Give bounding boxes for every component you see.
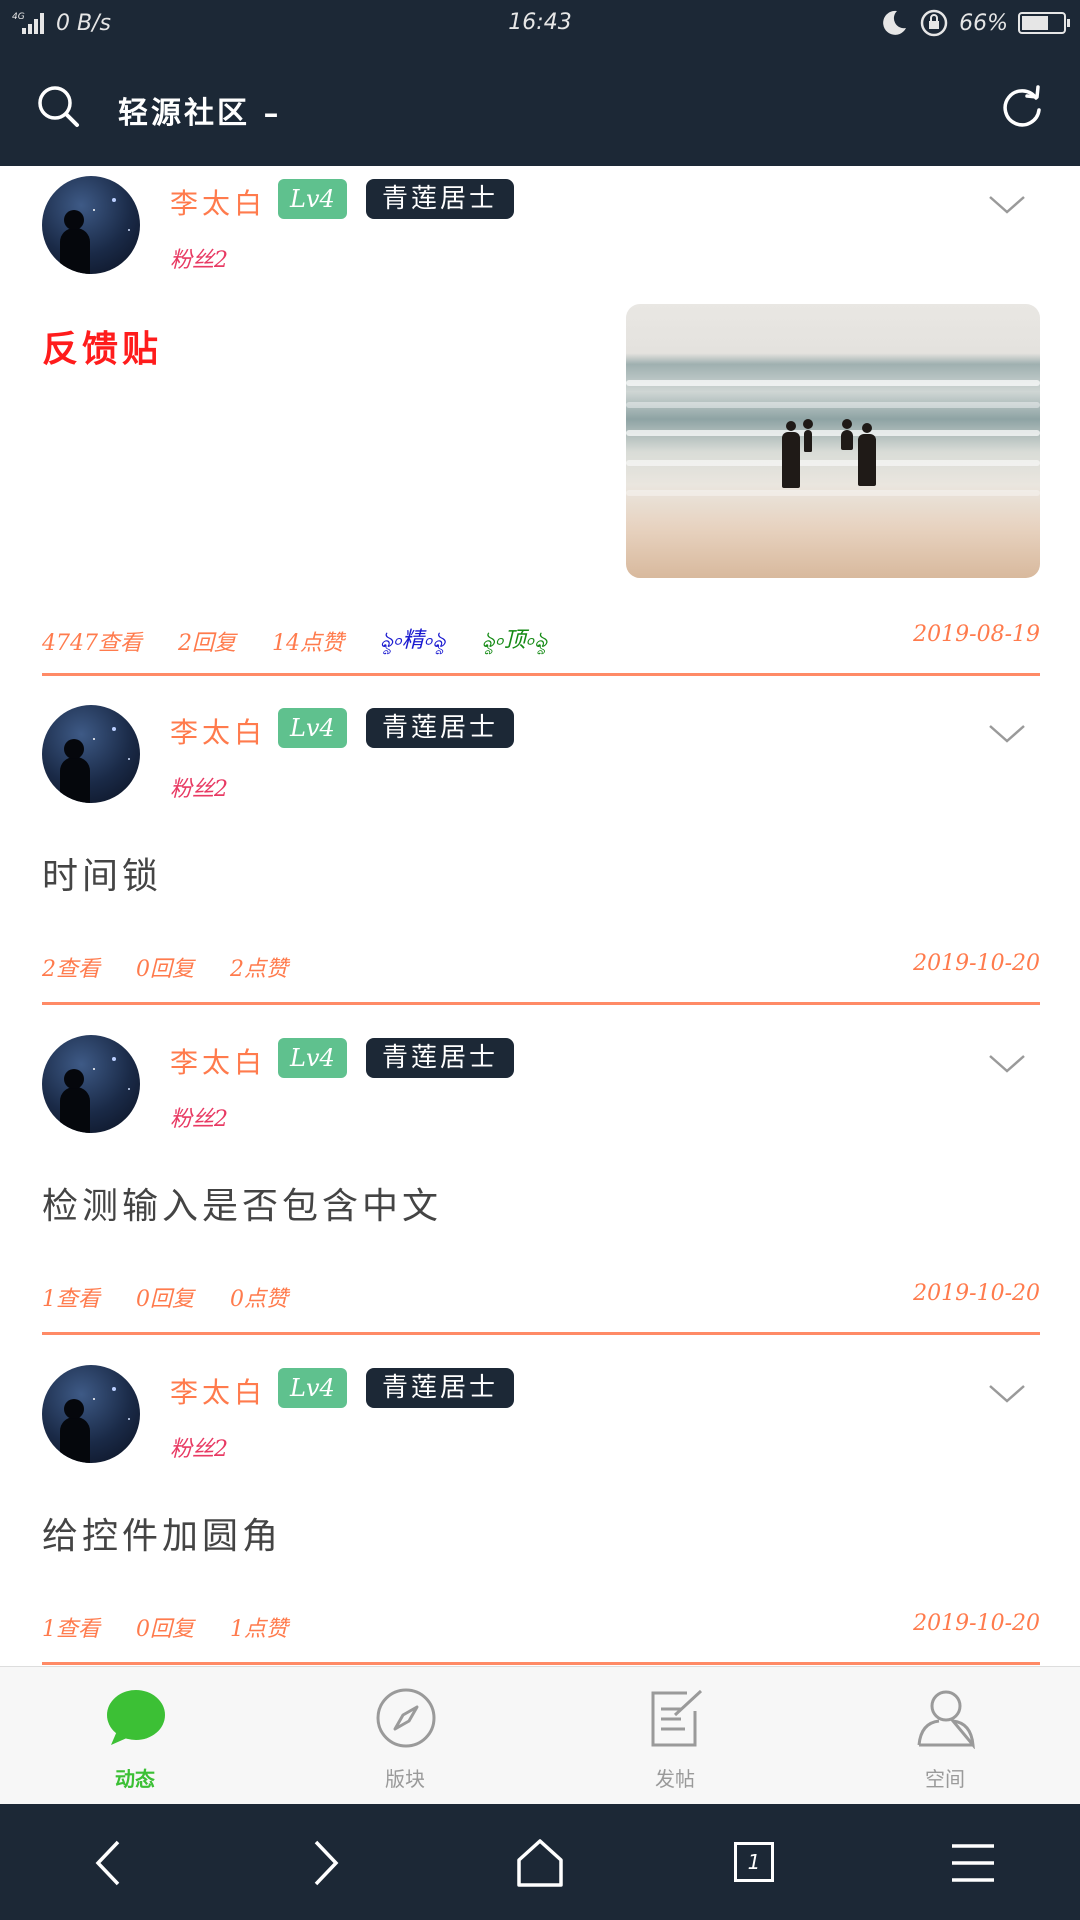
avatar[interactable] [42,1035,140,1133]
chevron-down-icon[interactable] [988,194,1026,216]
avatar[interactable] [42,176,140,274]
featured-tag: ৡ৹精৹ৡ [380,628,446,653]
fans-count: 粉丝2 [170,1107,228,1132]
username[interactable]: 李太白 [170,182,266,222]
tab-label: 版块 [385,1767,425,1791]
bottom-tab-bar: 动态 版块 发帖 空间 [0,1666,1080,1805]
fans-count: 粉丝2 [170,248,228,273]
search-icon[interactable] [36,84,80,128]
reply-count: 2回复 [178,631,236,656]
chat-bubble-icon [107,1690,165,1745]
forward-icon[interactable] [300,1838,350,1888]
view-count: 1查看 [42,1617,100,1642]
reply-count: 0回复 [136,957,194,982]
level-badge: Lv4 [278,179,347,219]
post-title[interactable]: 时间锁 [42,847,162,899]
reply-count: 0回复 [136,1287,194,1312]
compass-icon [376,1688,436,1748]
avatar[interactable] [42,705,140,803]
status-bar: 4G 0 B/s 16:43 66% [0,0,1080,50]
post-stats: 2查看 0回复 2点赞 [42,951,288,983]
like-count: 1点赞 [230,1617,288,1642]
post-image[interactable] [626,304,1040,578]
chevron-down-icon[interactable] [988,723,1026,745]
divider [42,673,1040,676]
battery-fill [1022,16,1049,30]
view-count: 4747查看 [42,631,142,656]
tab-dynamics[interactable]: 动态 [0,1667,270,1805]
back-icon[interactable] [84,1838,134,1888]
post-title[interactable]: 给控件加圆角 [42,1507,282,1559]
battery-percent: 66% [959,10,1008,36]
edit-icon [651,1689,703,1747]
chevron-down-icon[interactable] [988,1383,1026,1405]
user-title-badge: 青莲居士 [366,1038,515,1078]
post-date: 2019-10-20 [913,1611,1040,1636]
refresh-icon[interactable] [1000,84,1044,128]
tab-label: 发帖 [655,1767,695,1791]
like-count: 0点赞 [230,1287,288,1312]
tab-new-post[interactable]: 发帖 [540,1667,810,1805]
level-badge: Lv4 [278,708,347,748]
avatar[interactable] [42,1365,140,1463]
reply-count: 0回复 [136,1617,194,1642]
post-feed[interactable]: 李太白 Lv4 青莲居士 粉丝2 反馈贴 4747查看 2回复 14点赞 ৡ৹精… [0,166,1080,1666]
user-title-badge: 青莲居士 [366,708,515,748]
home-icon[interactable] [515,1838,565,1888]
divider [42,1332,1040,1335]
moon-icon [883,10,907,35]
fans-count: 粉丝2 [170,1437,228,1462]
user-icon [917,1690,975,1749]
battery-icon [1018,12,1070,34]
post-stats: 1查看 0回复 1点赞 [42,1611,288,1643]
pinned-tag: ৡ৹顶৹ৡ [481,628,548,653]
tab-label: 动态 [115,1767,155,1791]
tab-space[interactable]: 空间 [810,1667,1080,1805]
tab-count: 1 [734,1842,774,1882]
username[interactable]: 李太白 [170,711,266,751]
fans-count: 粉丝2 [170,777,228,802]
post-date: 2019-08-19 [913,622,1040,647]
tab-sections[interactable]: 版块 [270,1667,540,1805]
user-title-badge: 青莲居士 [366,179,515,219]
menu-icon[interactable] [948,1838,998,1888]
divider [42,1002,1040,1005]
level-badge: Lv4 [278,1038,347,1078]
like-count: 2点赞 [230,957,288,982]
view-count: 2查看 [42,957,100,982]
tabs-icon[interactable]: 1 [732,1838,782,1888]
divider [42,1662,1040,1665]
like-count: 14点赞 [272,631,344,656]
system-navigation-bar: 1 [0,1804,1080,1920]
post-date: 2019-10-20 [913,951,1040,976]
chevron-down-icon[interactable] [988,1053,1026,1075]
post-title[interactable]: 反馈贴 [42,320,162,372]
tab-label: 空间 [925,1767,965,1791]
username[interactable]: 李太白 [170,1371,266,1411]
post-stats: 4747查看 2回复 14点赞 ৡ৹精৹ৡ ৡ৹顶৹ৡ [42,622,548,660]
username[interactable]: 李太白 [170,1041,266,1081]
post-title[interactable]: 检测输入是否包含中文 [42,1177,442,1229]
post-date: 2019-10-20 [913,1281,1040,1306]
post-stats: 1查看 0回复 0点赞 [42,1281,288,1313]
rotation-lock-icon [920,9,948,37]
view-count: 1查看 [42,1287,100,1312]
level-badge: Lv4 [278,1368,347,1408]
page-title: 轻源社区 – [118,96,282,131]
user-title-badge: 青莲居士 [366,1368,515,1408]
app-header: 轻源社区 – [0,50,1080,166]
